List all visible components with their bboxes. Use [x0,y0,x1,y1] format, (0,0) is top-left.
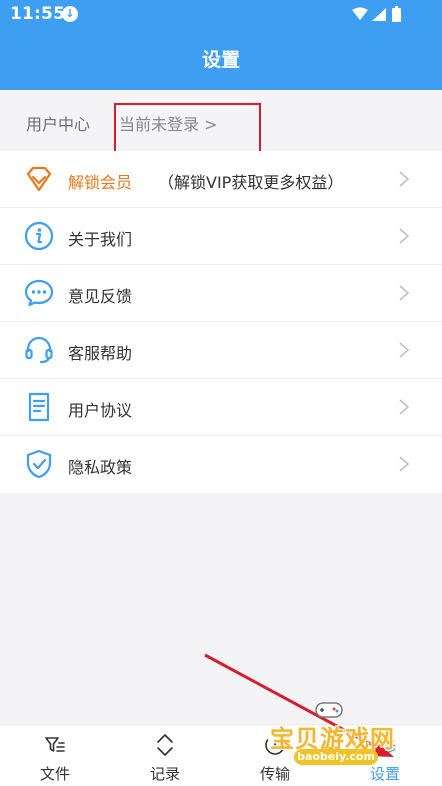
document-icon [28,392,50,422]
menu-item-about-us[interactable]: 关于我们 [0,208,442,265]
menu-item-customer-service[interactable]: 客服帮助 [0,322,442,379]
menu-item-label: 隐私政策 [68,458,133,477]
status-time: 11:55 [10,4,66,24]
menu-item-feedback[interactable]: 意见反馈 [0,265,442,322]
menu-item-label: 用户协议 [68,401,133,420]
menu-item-hint: （解锁VIP获取更多权益） [158,173,344,192]
system-status-icons [352,6,401,22]
menu-item-user-agreement[interactable]: 用户协议 [0,379,442,436]
filter-list-icon [45,737,65,752]
chevron-right-icon [399,342,410,358]
wifi-icon [352,7,368,20]
up-down-chevron-icon [157,734,173,756]
chevron-right-icon [399,456,410,472]
gamepad-logo-icon [315,702,343,718]
menu-item-unlock-vip[interactable]: 解锁会员 （解锁VIP获取更多权益） [0,151,442,208]
tab-label: 文件 [39,765,70,783]
tab-records[interactable]: 记录 [110,725,220,786]
tab-files[interactable]: 文件 [0,725,110,786]
download-icon: ↓ [62,6,78,22]
menu-item-label: 关于我们 [68,230,133,249]
menu-item-label: 意见反馈 [68,287,133,306]
tab-label: 记录 [149,765,180,783]
chevron-right-icon [399,171,410,187]
chevron-right-icon [399,228,410,244]
info-icon [24,221,54,251]
headset-icon [25,336,53,364]
menu-item-label: 客服帮助 [68,344,133,363]
page-title: 设置 [0,30,442,90]
menu-item-privacy-policy[interactable]: 隐私政策 [0,436,442,493]
user-center-label: 用户中心 [26,115,91,134]
watermark: 宝贝游戏网 baobeiy.com [270,697,410,777]
diamond-icon [26,166,52,192]
status-bar: 11:55 ↓ [0,0,442,30]
chevron-right-icon [399,285,410,301]
shield-check-icon [26,449,52,479]
signal-icon [372,8,386,21]
menu-item-label: 解锁会员 [68,173,133,192]
chat-bubble-icon [24,279,54,307]
settings-menu: 解锁会员 （解锁VIP获取更多权益） 关于我们 意见反馈 客服帮助 用户协议 隐… [0,151,442,493]
battery-icon [392,8,401,22]
watermark-url: baobeiy.com [294,749,378,765]
chevron-right-icon [399,399,410,415]
